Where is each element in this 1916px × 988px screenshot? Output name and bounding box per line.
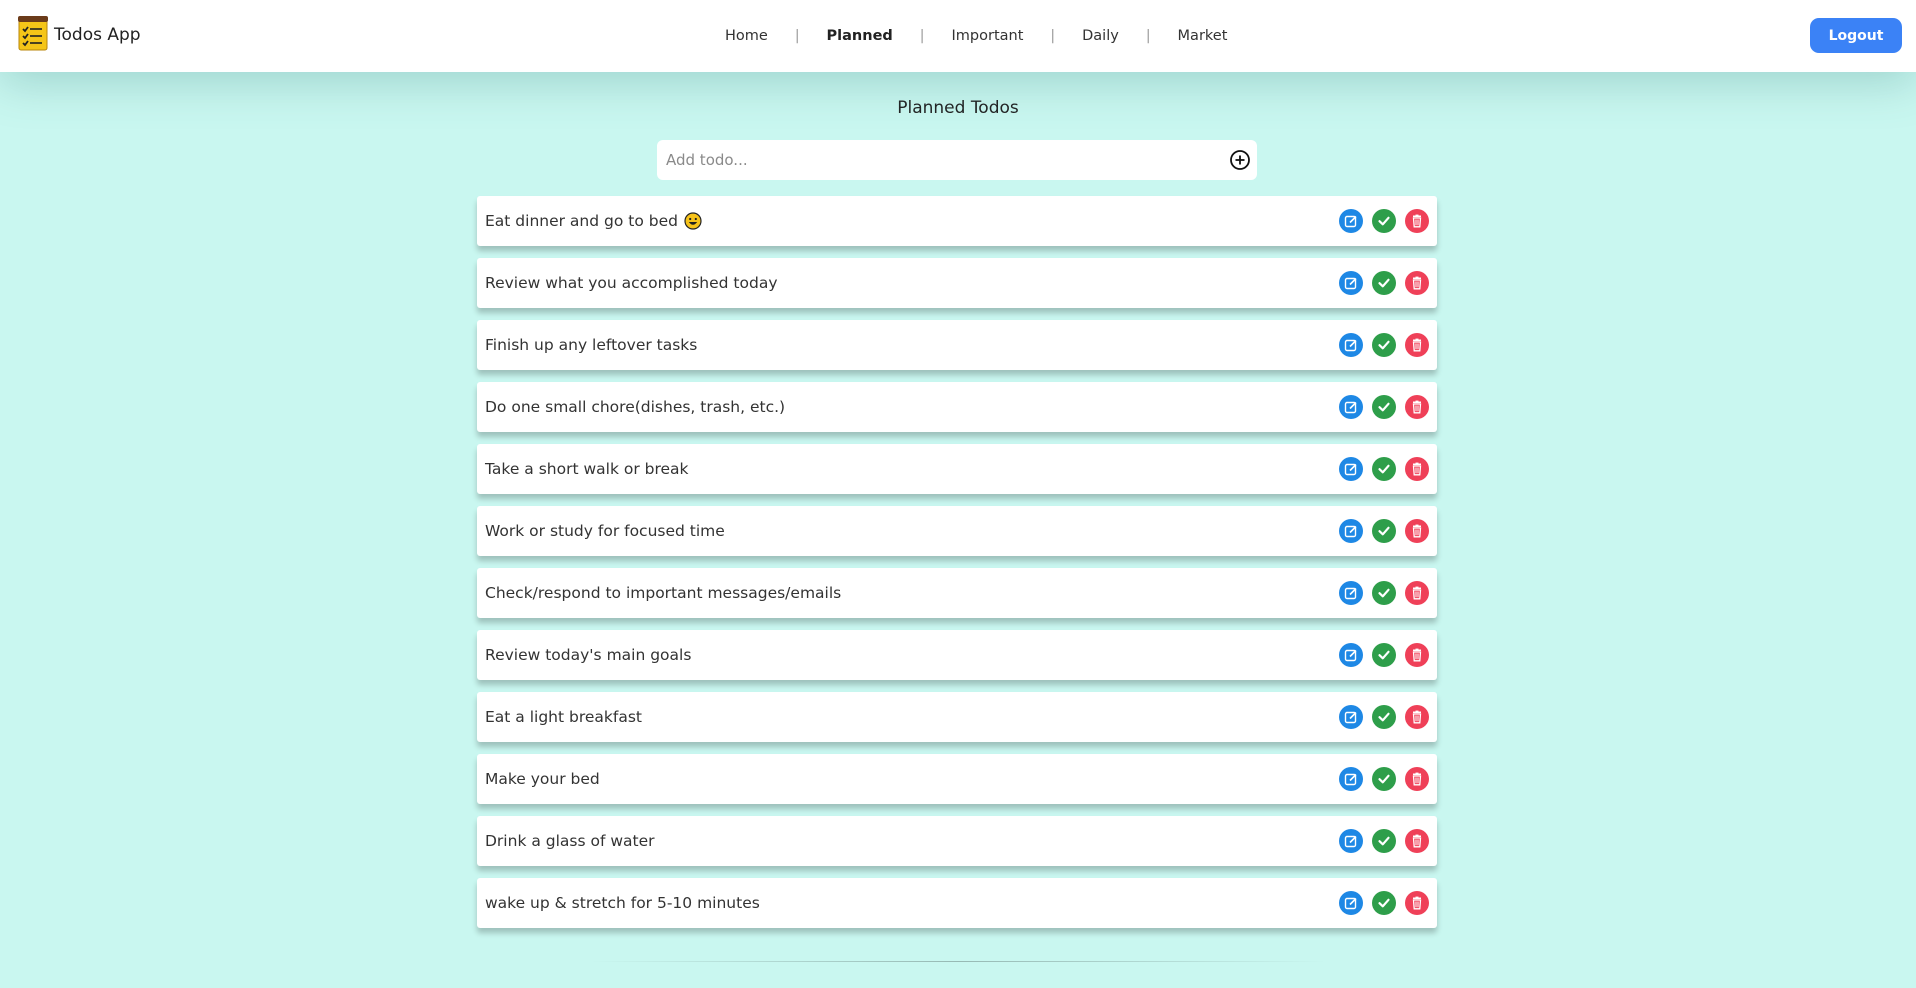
edit-icon[interactable] [1339,519,1363,543]
todo-actions [1330,767,1429,791]
trash-icon[interactable] [1405,829,1429,853]
trash-icon[interactable] [1405,519,1429,543]
check-icon[interactable] [1372,457,1396,481]
check-icon[interactable] [1372,209,1396,233]
trash-icon[interactable] [1405,395,1429,419]
logout-button[interactable]: Logout [1810,18,1902,53]
todo-item: Drink a glass of water [477,816,1437,866]
check-icon[interactable] [1372,581,1396,605]
todo-text: Finish up any leftover tasks [485,336,698,354]
divider [590,961,1326,962]
edit-icon[interactable] [1339,705,1363,729]
todo-actions [1330,891,1429,915]
add-todo-form [657,140,1257,180]
check-icon[interactable] [1372,891,1396,915]
todo-actions [1330,395,1429,419]
nav-link-important[interactable]: Important [952,28,1024,44]
todo-text: Check/respond to important messages/emai… [485,584,842,602]
check-icon[interactable] [1372,829,1396,853]
trash-icon[interactable] [1405,271,1429,295]
todo-item: Review what you accomplished today [477,258,1437,308]
trash-icon[interactable] [1405,891,1429,915]
todo-actions [1330,209,1429,233]
edit-icon[interactable] [1339,209,1363,233]
todo-actions [1330,271,1429,295]
todo-item: Make your bed [477,754,1437,804]
nav-separator: | [794,28,800,44]
notepad-checklist-icon [16,14,50,56]
todo-item: Finish up any leftover tasks [477,320,1437,370]
edit-icon[interactable] [1339,457,1363,481]
todo-item: Do one small chore(dishes, trash, etc.) [477,382,1437,432]
main-nav: Home | Planned | Important | Daily | Mar… [725,0,1227,72]
nav-link-planned[interactable]: Planned [827,28,893,44]
todo-text: Review today's main goals [485,646,692,664]
check-icon[interactable] [1372,767,1396,791]
edit-icon[interactable] [1339,333,1363,357]
trash-icon[interactable] [1405,581,1429,605]
check-icon[interactable] [1372,519,1396,543]
todo-item: wake up & stretch for 5-10 minutes [477,878,1437,928]
edit-icon[interactable] [1339,829,1363,853]
todo-text: Work or study for focused time [485,522,725,540]
todo-actions [1330,705,1429,729]
edit-icon[interactable] [1339,395,1363,419]
page-title: Planned Todos [897,98,1019,118]
smiley-emoji-icon [684,212,702,230]
nav-link-home[interactable]: Home [725,28,768,44]
trash-icon[interactable] [1405,209,1429,233]
nav-link-daily[interactable]: Daily [1082,28,1119,44]
todo-item: Review today's main goals [477,630,1437,680]
check-icon[interactable] [1372,643,1396,667]
todo-text: Make your bed [485,770,600,788]
edit-icon[interactable] [1339,767,1363,791]
nav-separator: | [1145,28,1151,44]
trash-icon[interactable] [1405,457,1429,481]
add-todo-input[interactable] [657,140,1197,180]
trash-icon[interactable] [1405,767,1429,791]
check-icon[interactable] [1372,705,1396,729]
todo-text: wake up & stretch for 5-10 minutes [485,894,760,912]
edit-icon[interactable] [1339,891,1363,915]
trash-icon[interactable] [1405,705,1429,729]
todo-text: Drink a glass of water [485,832,655,850]
plus-circle-icon[interactable] [1229,149,1251,171]
check-icon[interactable] [1372,333,1396,357]
todo-actions [1330,519,1429,543]
todo-actions [1330,581,1429,605]
todo-text: Do one small chore(dishes, trash, etc.) [485,398,786,416]
edit-icon[interactable] [1339,643,1363,667]
todo-text: Eat a light breakfast [485,708,642,726]
todo-text: Review what you accomplished today [485,274,778,292]
nav-separator: | [1050,28,1056,44]
check-icon[interactable] [1372,395,1396,419]
edit-icon[interactable] [1339,581,1363,605]
todo-item: Eat dinner and go to bed [477,196,1437,246]
todo-actions [1330,829,1429,853]
navbar: Todos App Home | Planned | Important | D… [0,0,1916,72]
trash-icon[interactable] [1405,333,1429,357]
app-title: Todos App [54,25,141,45]
todo-actions [1330,643,1429,667]
todo-item: Check/respond to important messages/emai… [477,568,1437,618]
todo-text: Take a short walk or break [485,460,689,478]
todo-text: Eat dinner and go to bed [485,212,678,230]
todo-actions [1330,457,1429,481]
todo-list: Eat dinner and go to bed Review what you… [477,196,1437,940]
check-icon[interactable] [1372,271,1396,295]
edit-icon[interactable] [1339,271,1363,295]
brand[interactable]: Todos App [16,16,141,54]
todo-actions [1330,333,1429,357]
nav-link-market[interactable]: Market [1178,28,1228,44]
nav-separator: | [919,28,925,44]
todo-item: Take a short walk or break [477,444,1437,494]
todo-item: Work or study for focused time [477,506,1437,556]
trash-icon[interactable] [1405,643,1429,667]
todo-item: Eat a light breakfast [477,692,1437,742]
